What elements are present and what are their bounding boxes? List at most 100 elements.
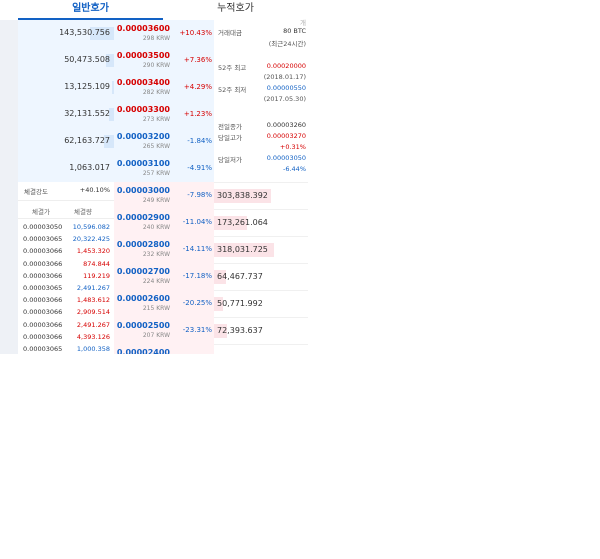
trade-qty: 874.844 [83,259,110,268]
trade-price: 0.00003066 [23,296,63,305]
ask-price-cell[interactable]: 0.00003500 290 KRW +7.36% [114,47,214,74]
ask-volume-cell: 32,131.552 [18,101,114,128]
bid-price-cell[interactable]: 0.00002800 232 KRW -14.11% [114,236,214,263]
bid-change: -7.98% [187,191,212,199]
bid-krw: 249 KRW [142,197,170,204]
prev-close-label: 전일종가 [218,123,242,131]
trade-price: 0.00003066 [23,259,63,268]
ask-price-cell[interactable]: 0.00003400 282 KRW +4.29% [114,74,214,101]
trade-price: 0.00003066 [23,332,63,341]
ask-krw: 257 KRW [142,170,170,177]
low52-value: 0.00000550 [266,84,306,92]
bid-price: 0.00002800 [116,240,170,249]
bid-volume: 303,838.392 [217,191,268,200]
high52-value: 0.00020000 [266,62,306,70]
tab-general-orderbook[interactable]: 일반호가 [18,0,163,20]
trade-price: 0.00003066 [23,308,63,317]
bid-krw: 215 KRW [142,305,170,312]
market-info-box: 개 거래대금 80 BTC (최근24시간) 52주 최고 0.00020000… [214,19,308,182]
trade-row: 0.00003066 874.844 [18,259,114,271]
bid-krw: 232 KRW [142,251,170,258]
high52-label: 52주 최고 [218,64,247,72]
bid-price-cell[interactable]: 0.00002500 207 KRW -23.31% [114,317,214,344]
ask-volume: 13,125.109 [64,82,110,91]
ask-price: 0.00003500 [116,51,170,60]
bid-volume: 64,467.737 [217,272,263,281]
strength-label: 체결강도 [24,188,48,196]
trade-qty: 2,909.514 [76,308,110,317]
day-high-value: 0.00003270 [266,132,306,140]
trade-price: 0.00003066 [23,247,63,256]
trade-qty: 2,491.267 [76,320,110,329]
tab-cumulative-orderbook[interactable]: 누적호가 [163,0,308,20]
trade-row: 0.00003065 20,322.425 [18,234,114,246]
trade-price: 0.00003065 [23,345,63,353]
bid-price: 0.00002700 [116,267,170,276]
trade-row: 0.00003065 1,000.358 [18,344,114,354]
bid-change: -20.25% [182,299,212,307]
trade-row: 0.00003066 4,393.126 [18,332,114,344]
bid-volume-cell [214,344,308,354]
trade-qty: 20,322.425 [72,235,110,244]
bid-change: -14.11% [182,245,212,253]
ask-krw: 290 KRW [142,62,170,69]
ask-price-cell[interactable]: 0.00003600 298 KRW +10.43% [114,20,214,47]
col-trade-qty: 체결량 [74,208,92,216]
trade-header: 체결가 체결량 [18,204,114,219]
trade-row: 0.00003050 10,596.082 [18,222,114,234]
volume-label: 거래대금 [218,29,242,37]
ask-price-cell[interactable]: 0.00003200 265 KRW -1.84% [114,128,214,155]
ask-volume-cell: 50,473.508 [18,47,114,74]
bid-price-cell[interactable]: 0.00002600 215 KRW -20.25% [114,290,214,317]
ask-volume: 1,063.017 [69,163,110,172]
info-top-unit: 개 [300,19,306,27]
ask-price-cell[interactable]: 0.00003300 273 KRW +1.23% [114,101,214,128]
low52-date: (2017.05.30) [263,95,306,103]
col-trade-price: 체결가 [32,208,50,216]
ask-volume-cell: 13,125.109 [18,74,114,101]
trade-row: 0.00003066 2,491.267 [18,320,114,332]
trade-price: 0.00003065 [23,284,63,292]
ask-change: +10.43% [179,29,212,37]
bid-krw: 224 KRW [142,278,170,285]
bid-price-cell[interactable]: 0.00002900 240 KRW -11.04% [114,209,214,236]
trade-qty: 119.219 [83,271,110,280]
day-high-pct: +0.31% [279,143,306,151]
bid-volume: 173,261.064 [217,218,268,227]
bid-volume: 50,771.992 [217,299,263,308]
trade-row: 0.00003066 119.219 [18,271,114,283]
ask-change: -4.91% [187,164,212,172]
bid-change: -17.18% [182,272,212,280]
ask-price: 0.00003600 [116,24,170,33]
bid-volume-cell: 303,838.392 [214,182,308,209]
ask-price: 0.00003400 [116,78,170,87]
ask-krw: 298 KRW [142,35,170,42]
ask-volume: 143,530.756 [59,28,110,37]
bid-volume-cell: 64,467.737 [214,263,308,290]
bid-volume-cell: 72,393.637 [214,317,308,344]
bid-price: 0.00002400 [116,348,170,354]
strength-row: 체결강도 +40.10% [18,182,114,201]
bid-krw: 240 KRW [142,224,170,231]
ask-volume-cell: 1,063.017 [18,155,114,182]
volume-sub: (최근24시간) [268,40,306,48]
trade-history: 체결강도 +40.10% 체결가 체결량 0.00003050 10,596.08… [18,182,114,354]
bid-volume-cell: 50,771.992 [214,290,308,317]
bid-price-cell[interactable]: 0.00003000 249 KRW -7.98% [114,182,214,209]
bid-price-cell[interactable]: 0.00002400 [114,344,214,354]
trade-row: 0.00003065 2,491.267 [18,283,114,295]
trade-qty: 1,000.358 [76,345,110,353]
bid-price: 0.00002500 [116,321,170,330]
trade-qty: 2,491.267 [76,284,110,292]
ask-krw: 273 KRW [142,116,170,123]
bid-price: 0.00002600 [116,294,170,303]
ask-change: -1.84% [187,137,212,145]
ask-price-cell[interactable]: 0.00003100 257 KRW -4.91% [114,155,214,182]
ask-change: +4.29% [183,83,212,91]
bid-price-cell[interactable]: 0.00002700 224 KRW -17.18% [114,263,214,290]
ask-krw: 282 KRW [142,89,170,96]
ask-volume: 62,163.727 [64,136,110,145]
prev-close-value: 0.00003260 [266,121,306,129]
ask-volume: 32,131.552 [64,109,110,118]
high52-date: (2018.01.17) [263,73,306,81]
